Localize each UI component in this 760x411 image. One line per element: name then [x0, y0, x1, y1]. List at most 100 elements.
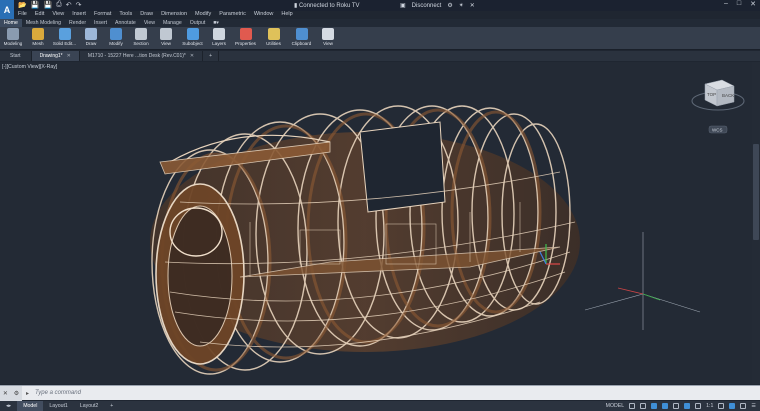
menu-item-file[interactable]: File: [14, 10, 31, 19]
menu-bar: File Edit View Insert Format Tools Draw Dimensi…: [14, 10, 297, 19]
customize-command-icon[interactable]: ⚙: [14, 390, 19, 397]
ribbon-button-mesh-1[interactable]: Mesh: [26, 27, 50, 50]
box-icon: [7, 28, 19, 40]
pin-icon[interactable]: ✴: [459, 2, 464, 9]
maximize-icon[interactable]: □: [737, 0, 741, 8]
doc-tab-label: M1710 - 15227 Here ...tion Desk (Rev.C01…: [87, 53, 186, 59]
ribbon-tab-mesh-modeling[interactable]: Mesh Modeling: [22, 19, 65, 27]
ribbon-button-modeling-0[interactable]: Modeling: [1, 27, 25, 50]
viewport-scrollbar[interactable]: [752, 62, 760, 384]
command-input[interactable]: Type a command: [29, 390, 81, 396]
layout-nav-icon[interactable]: ◂▸: [0, 401, 17, 411]
layout-tab-model[interactable]: Model: [17, 401, 44, 411]
ribbon-button-label: Solid Edit...: [52, 41, 77, 46]
ribbon-tab-output[interactable]: Output: [186, 19, 210, 27]
ribbon-button-view-6[interactable]: View: [154, 27, 178, 50]
layout-tab-layout1[interactable]: Layout1: [43, 401, 73, 411]
app-logo[interactable]: A: [0, 0, 14, 20]
ribbon-button-label: Subobject: [182, 41, 203, 46]
ribbon-button-draw-3[interactable]: Draw: [79, 27, 103, 50]
menu-item-modify[interactable]: Modify: [191, 10, 215, 19]
ribbon-tab-view[interactable]: View: [140, 19, 159, 27]
viewcube-top-label[interactable]: TOP: [707, 92, 716, 97]
save-as-icon[interactable]: 💾: [43, 1, 52, 9]
layout-tab-layout2[interactable]: Layout2: [74, 401, 104, 411]
model-space-button[interactable]: MODEL: [606, 403, 624, 409]
workspace-icon[interactable]: [718, 403, 725, 409]
ribbon-button-clipboard-11[interactable]: Clipboard: [288, 27, 315, 50]
viewcube[interactable]: TOP BACK WCS: [691, 79, 745, 134]
menu-item-tools[interactable]: Tools: [115, 10, 136, 19]
close-cast-icon[interactable]: ✕: [470, 2, 475, 9]
redo-icon[interactable]: ↷: [76, 1, 82, 9]
lineweight-icon[interactable]: [695, 403, 702, 409]
ribbon-tab-home[interactable]: Home: [0, 19, 22, 27]
menu-item-view[interactable]: View: [48, 10, 68, 19]
hull-model[interactable]: [150, 105, 580, 375]
ribbon-tab-render[interactable]: Render: [65, 19, 90, 27]
ribbon-button-modify-4[interactable]: Modify: [104, 27, 128, 50]
clipboard-icon: [295, 28, 308, 40]
menu-item-insert[interactable]: Insert: [68, 10, 90, 19]
menu-item-help[interactable]: Help: [277, 10, 296, 19]
doc-tab-0[interactable]: Start: [0, 51, 32, 61]
osnap-icon[interactable]: [673, 403, 680, 409]
add-layout-icon[interactable]: +: [104, 401, 119, 411]
command-arrow-icon[interactable]: ▸: [22, 390, 29, 397]
ucs-icon: [584, 232, 701, 330]
open-folder-icon[interactable]: 📂: [18, 1, 27, 9]
scrollbar-thumb[interactable]: [753, 144, 759, 240]
settings-gear-icon[interactable]: ⚙: [447, 2, 452, 9]
close-tab-icon[interactable]: ✕: [190, 51, 194, 61]
polar-icon[interactable]: [662, 403, 669, 409]
ribbon-button-layers-8[interactable]: Layers: [207, 27, 231, 50]
annotation-scale[interactable]: 1:1: [706, 403, 713, 409]
menu-item-draw[interactable]: Draw: [136, 10, 157, 19]
wcs-menu[interactable]: WCS: [712, 128, 723, 133]
drawing-viewport[interactable]: [-][Custom View][X-Ray] TOP BACK WCS: [0, 62, 752, 384]
disconnect-icon[interactable]: ▣: [400, 2, 406, 9]
doc-tab-2[interactable]: M1710 - 15227 Here ...tion Desk (Rev.C01…: [80, 51, 204, 61]
otrack-icon[interactable]: [684, 403, 691, 409]
ribbon-button-view-12[interactable]: View: [316, 27, 340, 50]
close-tab-icon[interactable]: ✕: [67, 51, 71, 61]
ribbon-button-section-5[interactable]: Section: [129, 27, 153, 50]
minimize-icon[interactable]: –: [724, 0, 728, 8]
ribbon-tab-annotate[interactable]: Annotate: [111, 19, 140, 27]
menu-item-dimension[interactable]: Dimension: [157, 10, 191, 19]
isolate-icon[interactable]: [729, 403, 736, 409]
ribbon-button-label: Draw: [85, 41, 97, 46]
save-icon[interactable]: 💾: [31, 1, 40, 9]
ribbon-more-icon[interactable]: ■▾: [209, 19, 223, 27]
snap-icon[interactable]: [640, 403, 647, 409]
ortho-icon[interactable]: [651, 403, 658, 409]
ribbon-tab-insert[interactable]: Insert: [90, 19, 111, 27]
menu-item-window[interactable]: Window: [250, 10, 278, 19]
view2-icon: [322, 28, 334, 40]
undo-icon[interactable]: ↶: [66, 1, 72, 9]
ribbon-button-solid-edit-2[interactable]: Solid Edit...: [51, 27, 78, 50]
doc-tab-label: Start: [10, 53, 21, 59]
ribbon-tab-manage[interactable]: Manage: [159, 19, 186, 27]
cast-controls: ▣ Disconnect ⚙ ✴ ✕: [400, 2, 475, 10]
customize-menu-icon[interactable]: ☰: [751, 403, 756, 409]
close-icon[interactable]: ✕: [750, 0, 756, 8]
disconnect-button[interactable]: Disconnect: [412, 3, 442, 9]
doc-tab-1[interactable]: Drawing1* ✕: [31, 51, 80, 61]
ribbon-button-utilities-10[interactable]: Utilities: [260, 27, 287, 50]
ribbon-button-properties-9[interactable]: Properties: [232, 27, 259, 50]
new-tab-icon[interactable]: +: [203, 51, 219, 61]
viewcube-back-label[interactable]: BACK: [722, 93, 734, 98]
menu-item-edit[interactable]: Edit: [31, 10, 48, 19]
ribbon-button-label: Layers: [212, 41, 226, 46]
ribbon-button-label: Clipboard: [291, 41, 312, 46]
menu-item-format[interactable]: Format: [90, 10, 115, 19]
fullscreen-icon[interactable]: [740, 403, 747, 409]
sphere-icon: [32, 28, 44, 40]
print-icon[interactable]: ⎙: [56, 1, 62, 9]
menu-item-parametric[interactable]: Parametric: [215, 10, 250, 19]
grid-icon[interactable]: [629, 403, 636, 409]
ribbon-button-subobject-7[interactable]: Subobject: [179, 27, 206, 50]
model-drawing: TOP BACK WCS: [150, 79, 745, 375]
close-command-icon[interactable]: ✕: [3, 390, 8, 397]
